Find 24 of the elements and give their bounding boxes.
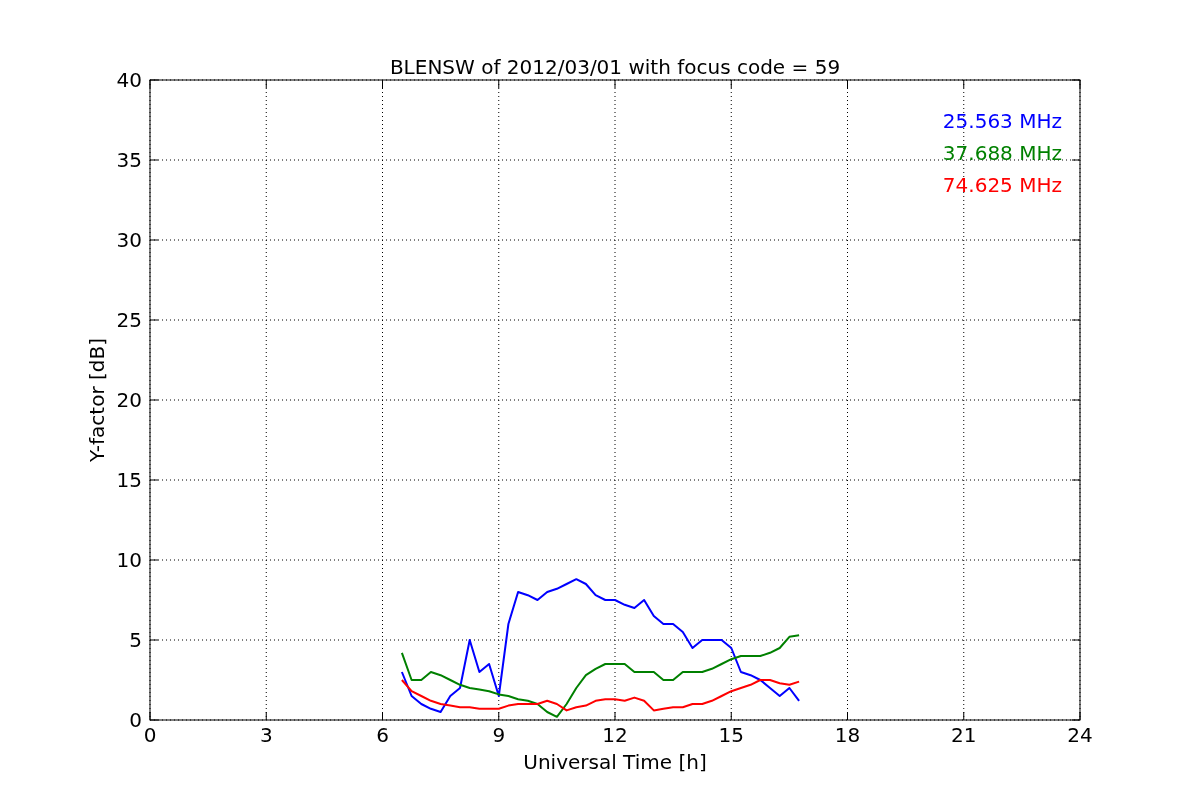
tick-label: 6 (376, 723, 389, 747)
tick-label: 12 (602, 723, 628, 747)
tick-label: 25 (116, 308, 142, 332)
legend-label: 37.688 MHz (942, 141, 1062, 165)
x-axis-label: Universal Time [h] (523, 750, 707, 774)
tick-label: 0 (129, 708, 142, 732)
tick-label: 21 (951, 723, 977, 747)
tick-label: 3 (259, 723, 273, 747)
tick-label: 5 (129, 628, 142, 652)
tick-label: 15 (718, 723, 744, 747)
tick-label: 35 (116, 148, 142, 172)
tick-label: 40 (116, 68, 142, 92)
tick-label: 0 (143, 723, 157, 747)
tick-label: 30 (116, 228, 142, 252)
tick-label: 20 (116, 388, 142, 412)
tick-label: 18 (834, 723, 861, 747)
legend-label: 74.625 MHz (942, 173, 1062, 197)
tick-label: 24 (1067, 723, 1093, 747)
tick-label: 10 (116, 548, 142, 572)
legend-label: 25.563 MHz (942, 109, 1062, 133)
chart-title: BLENSW of 2012/03/01 with focus code = 59 (389, 55, 841, 79)
tick-label: 9 (492, 723, 506, 747)
tick-label: 15 (116, 468, 142, 492)
y-axis-label: Y-factor [dB] (85, 338, 109, 462)
